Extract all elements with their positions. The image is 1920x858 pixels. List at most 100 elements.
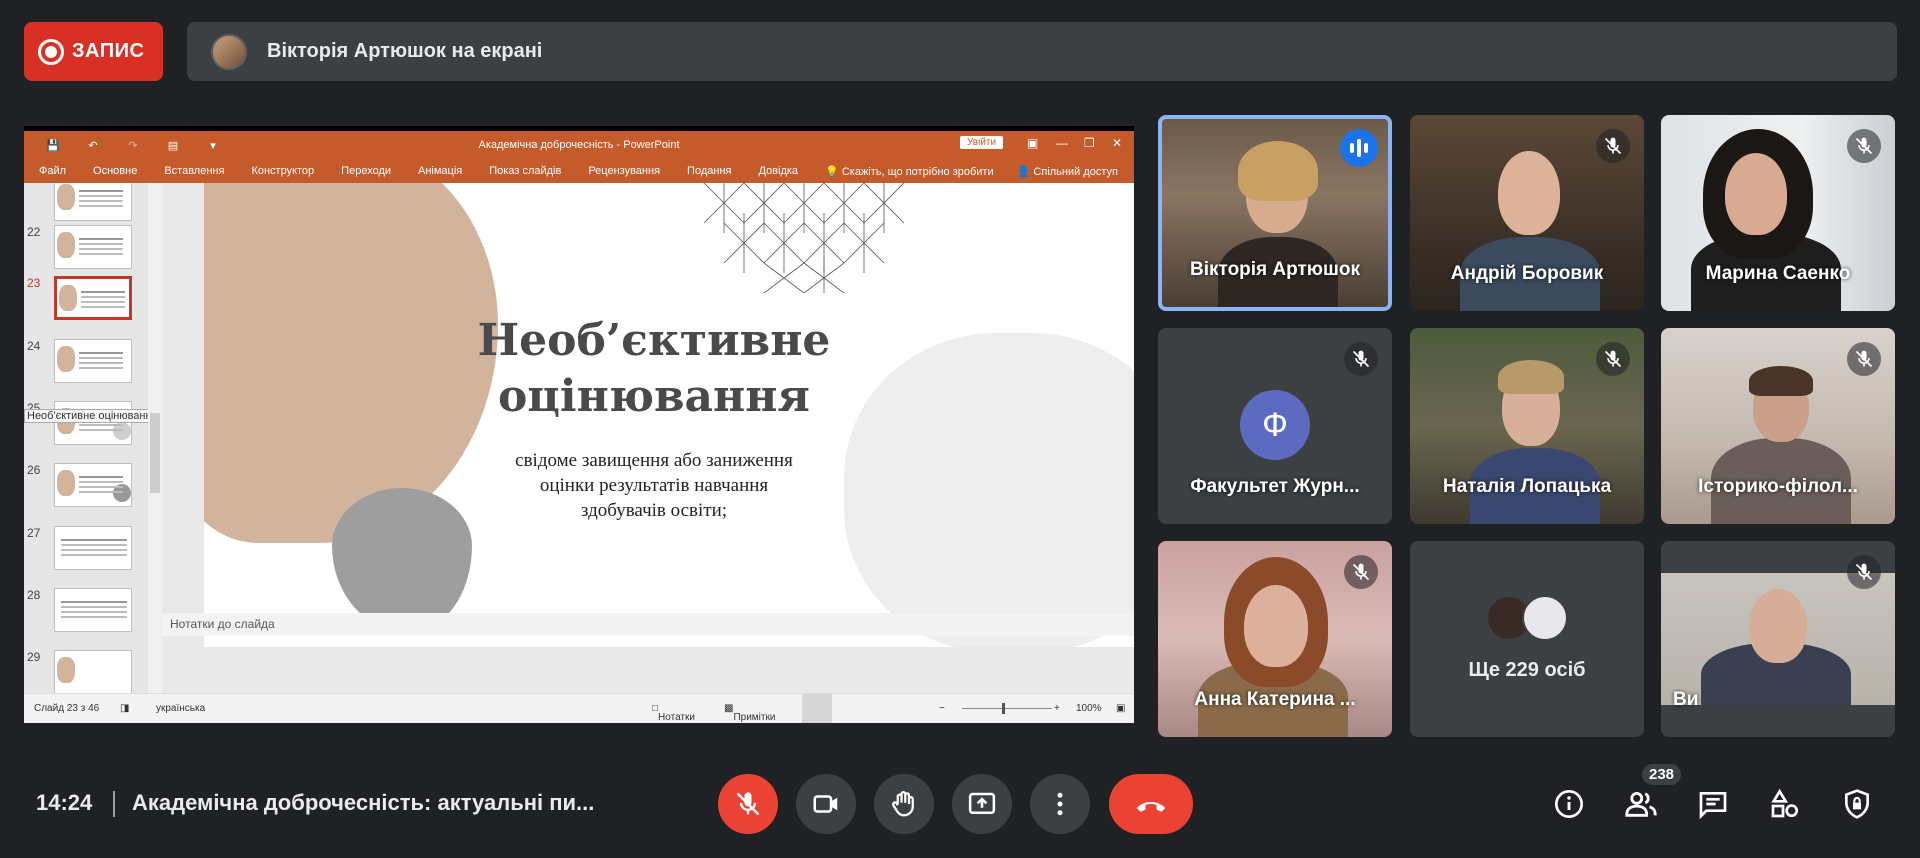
camera-icon (813, 795, 838, 813)
ribbon-tab: Рецензування (588, 165, 661, 177)
record-icon (38, 38, 64, 65)
participant-tile[interactable]: Вікторія Артюшок (1158, 115, 1392, 311)
info-icon (1555, 790, 1583, 818)
participant-name: Ви (1673, 689, 1699, 710)
mic-off-icon (1847, 555, 1881, 589)
participant-name: Вікторія Артюшок (1190, 259, 1360, 280)
ribbon-tab: Вставлення (164, 165, 225, 177)
presenter-avatar (211, 33, 247, 70)
close-icon: ✕ (1112, 136, 1123, 150)
thumbnail-tooltip: Необ'єктивне оцінювання (24, 409, 148, 423)
slide-notes: Нотатки до слайда (162, 613, 1134, 636)
participant-count-badge: 238 (1642, 764, 1682, 785)
participant-tile[interactable]: Ф Факультет Журн... (1158, 328, 1392, 524)
thumb-number: 22 (27, 225, 41, 239)
fit-slide-icon: ▣ (1116, 703, 1126, 714)
participant-tile[interactable]: Анна Катерина ... (1158, 541, 1392, 737)
meeting-title[interactable]: Академічна доброчесність: актуальні пи..… (132, 790, 594, 816)
thumb-number: 28 (27, 588, 41, 602)
slide-thumbnail (54, 588, 132, 632)
ribbon-tab: Подання (687, 165, 732, 177)
decor-line-pattern (703, 183, 905, 293)
participant-name: Історико-філол... (1698, 476, 1858, 497)
present-icon (968, 792, 996, 814)
divider (113, 791, 115, 817)
ribbon-display-icon: ▣ (1027, 136, 1039, 150)
slide-thumbnails: 22 23 24 25 26 27 28 29 Необ'єктивне оці… (24, 183, 148, 693)
participant-tile[interactable]: Марина Саенко (1661, 115, 1895, 311)
participant-avatar (1522, 595, 1568, 641)
ppt-sign-in-button: Увійти (960, 136, 1004, 149)
participant-tile[interactable]: Андрій Боровик (1410, 115, 1644, 311)
participant-name: Марина Саенко (1705, 263, 1851, 284)
maximize-icon: ❐ (1084, 136, 1095, 150)
slide-title: Необ’єктивне оцінювання (477, 315, 831, 422)
participant-name: Андрій Боровик (1450, 263, 1604, 284)
participant-initial-avatar: Ф (1240, 390, 1310, 460)
more-participants-tile[interactable]: Ще 229 осіб (1410, 541, 1644, 737)
slide-thumbnail (54, 225, 132, 269)
mic-off-icon (1596, 129, 1630, 163)
thumb-number: 26 (27, 463, 41, 477)
slide-body: свідоме завищення або заниження оцінки р… (515, 450, 793, 521)
presenter-banner-text: Вікторія Артюшок на екрані (267, 40, 543, 62)
chat-button[interactable] (1693, 784, 1733, 824)
chat-icon (1699, 792, 1727, 820)
share-button: 👤 Спільний доступ (1016, 165, 1118, 178)
recording-badge[interactable]: ЗАПИС (24, 22, 163, 81)
slide-thumbnail (54, 463, 132, 507)
camera-toggle-button[interactable] (796, 774, 856, 834)
activities-button[interactable] (1765, 784, 1805, 824)
participant-tile[interactable]: Наталія Лопацька (1410, 328, 1644, 524)
minimize-icon: — (1056, 136, 1068, 150)
normal-view-icon (802, 694, 832, 723)
thumb-number: 24 (27, 339, 41, 353)
participant-name: Наталія Лопацька (1442, 476, 1612, 497)
participants-button[interactable] (1621, 784, 1661, 824)
speaking-indicator-icon (1340, 129, 1378, 167)
slide-thumbnail-active (54, 276, 132, 320)
recording-label: ЗАПИС (72, 40, 145, 62)
zoom-level: 100% (1076, 703, 1102, 714)
people-icon (1625, 791, 1657, 817)
self-tile[interactable]: Ви (1661, 541, 1895, 737)
shield-lock-icon (1845, 789, 1869, 819)
current-slide: Необ’єктивне оцінювання свідоме завищенн… (204, 183, 1134, 647)
shared-screen: 💾 ↶ ↷ ▤ ▾ Академічна доброчесність - Pow… (24, 126, 1134, 723)
accessibility-icon: ◨ (120, 703, 130, 714)
mic-off-icon (1847, 342, 1881, 376)
presenter-banner: Вікторія Артюшок на екрані (187, 22, 1897, 81)
slide-thumbnail (54, 339, 132, 383)
ribbon-tab: Анімація (418, 165, 463, 177)
thumbnail-scrollbar (148, 183, 162, 693)
clock: 14:24 (36, 790, 93, 815)
leave-call-button[interactable] (1109, 774, 1193, 834)
more-participants-label: Ще 229 осіб (1468, 659, 1586, 681)
mic-off-icon (1596, 342, 1630, 376)
participant-name: Анна Катерина ... (1194, 689, 1356, 710)
slide-thumbnail (54, 401, 132, 445)
participant-name: Факультет Журн... (1190, 476, 1360, 497)
mic-off-icon (1344, 342, 1378, 376)
comments-toggle: ▩ Примітки (724, 703, 776, 723)
tell-me-search: 💡 Скажіть, що потрібно зробити (825, 165, 994, 178)
mic-off-icon (1344, 555, 1378, 589)
more-vert-icon (1057, 792, 1063, 816)
mic-off-icon (1847, 129, 1881, 163)
present-screen-button[interactable] (952, 774, 1012, 834)
mic-toggle-button[interactable] (718, 774, 778, 834)
meeting-details-button[interactable] (1549, 784, 1589, 824)
slide-thumbnail (54, 526, 132, 570)
raise-hand-button[interactable] (874, 774, 934, 834)
participant-tile[interactable]: Історико-філол... (1661, 328, 1895, 524)
hand-icon (892, 791, 914, 817)
zoom-in-icon: + (1054, 703, 1060, 714)
thumb-number-active: 23 (27, 276, 41, 290)
notes-toggle: □ Нотатки (652, 703, 695, 723)
ribbon-tab: Конструктор (251, 165, 315, 177)
language-indicator: українська (156, 703, 206, 714)
ribbon-tab: Довідка (758, 165, 799, 177)
thumb-number: 29 (27, 650, 41, 664)
more-options-button[interactable] (1030, 774, 1090, 834)
host-controls-button[interactable] (1837, 784, 1877, 824)
